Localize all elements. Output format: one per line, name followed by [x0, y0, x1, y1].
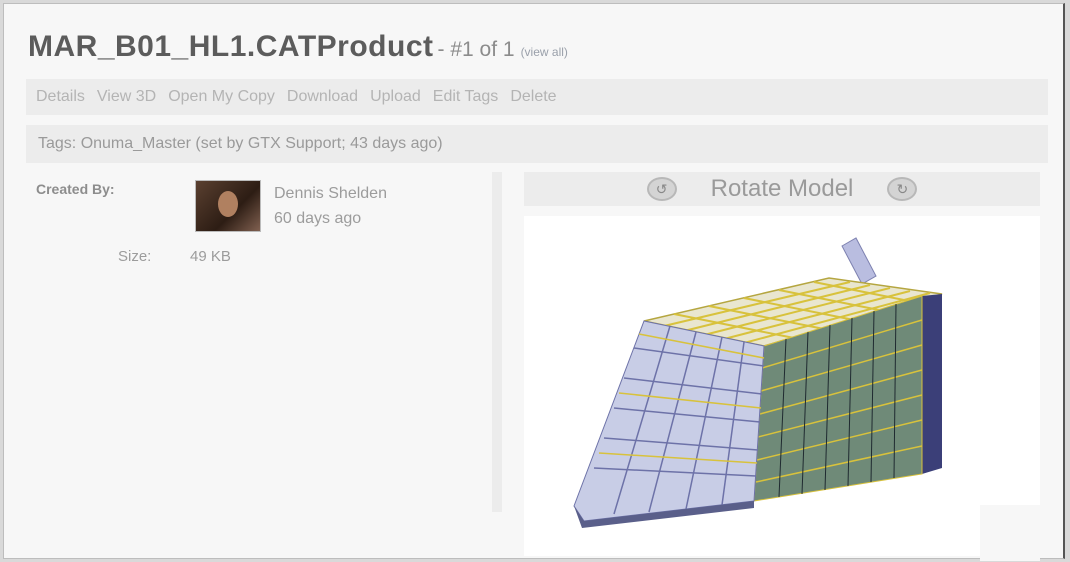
size-value: 49 KB — [190, 248, 231, 265]
avatar[interactable] — [195, 180, 261, 232]
creator-name[interactable]: Dennis Shelden — [274, 185, 387, 203]
edit-tags-link[interactable]: Edit Tags — [433, 88, 499, 106]
building-model-preview — [573, 237, 943, 528]
model-title: MAR_B01_HL1.CATProduct — [28, 30, 434, 63]
column-divider — [492, 172, 502, 512]
view-3d-link[interactable]: View 3D — [97, 88, 156, 106]
viewer-corner — [980, 505, 1040, 561]
rotate-right-icon[interactable]: ↻ — [887, 177, 918, 201]
tags-bar: Tags: Onuma_Master (set by GTX Support; … — [26, 125, 1048, 163]
action-bar: Details View 3D Open My Copy Download Up… — [26, 79, 1048, 115]
created-ago: 60 days ago — [274, 210, 362, 227]
size-label: Size: — [118, 248, 152, 265]
download-link[interactable]: Download — [287, 88, 358, 106]
upload-link[interactable]: Upload — [370, 88, 421, 106]
created-by-label: Created By: — [36, 181, 115, 197]
title-row: MAR_B01_HL1.CATProduct - #1 of 1 (view all… — [28, 30, 568, 64]
open-my-copy-link[interactable]: Open My Copy — [168, 88, 275, 106]
model-viewer[interactable] — [524, 216, 1040, 556]
model-position: - #1 of 1 — [437, 38, 515, 61]
rotate-model-bar: ↺ Rotate Model ↻ — [524, 172, 1040, 206]
rotate-left-icon[interactable]: ↺ — [646, 177, 677, 201]
details-link[interactable]: Details — [36, 88, 85, 106]
view-all-link[interactable]: (view all) — [521, 45, 568, 59]
rotate-model-label: Rotate Model — [710, 175, 854, 202]
delete-link[interactable]: Delete — [510, 88, 556, 106]
